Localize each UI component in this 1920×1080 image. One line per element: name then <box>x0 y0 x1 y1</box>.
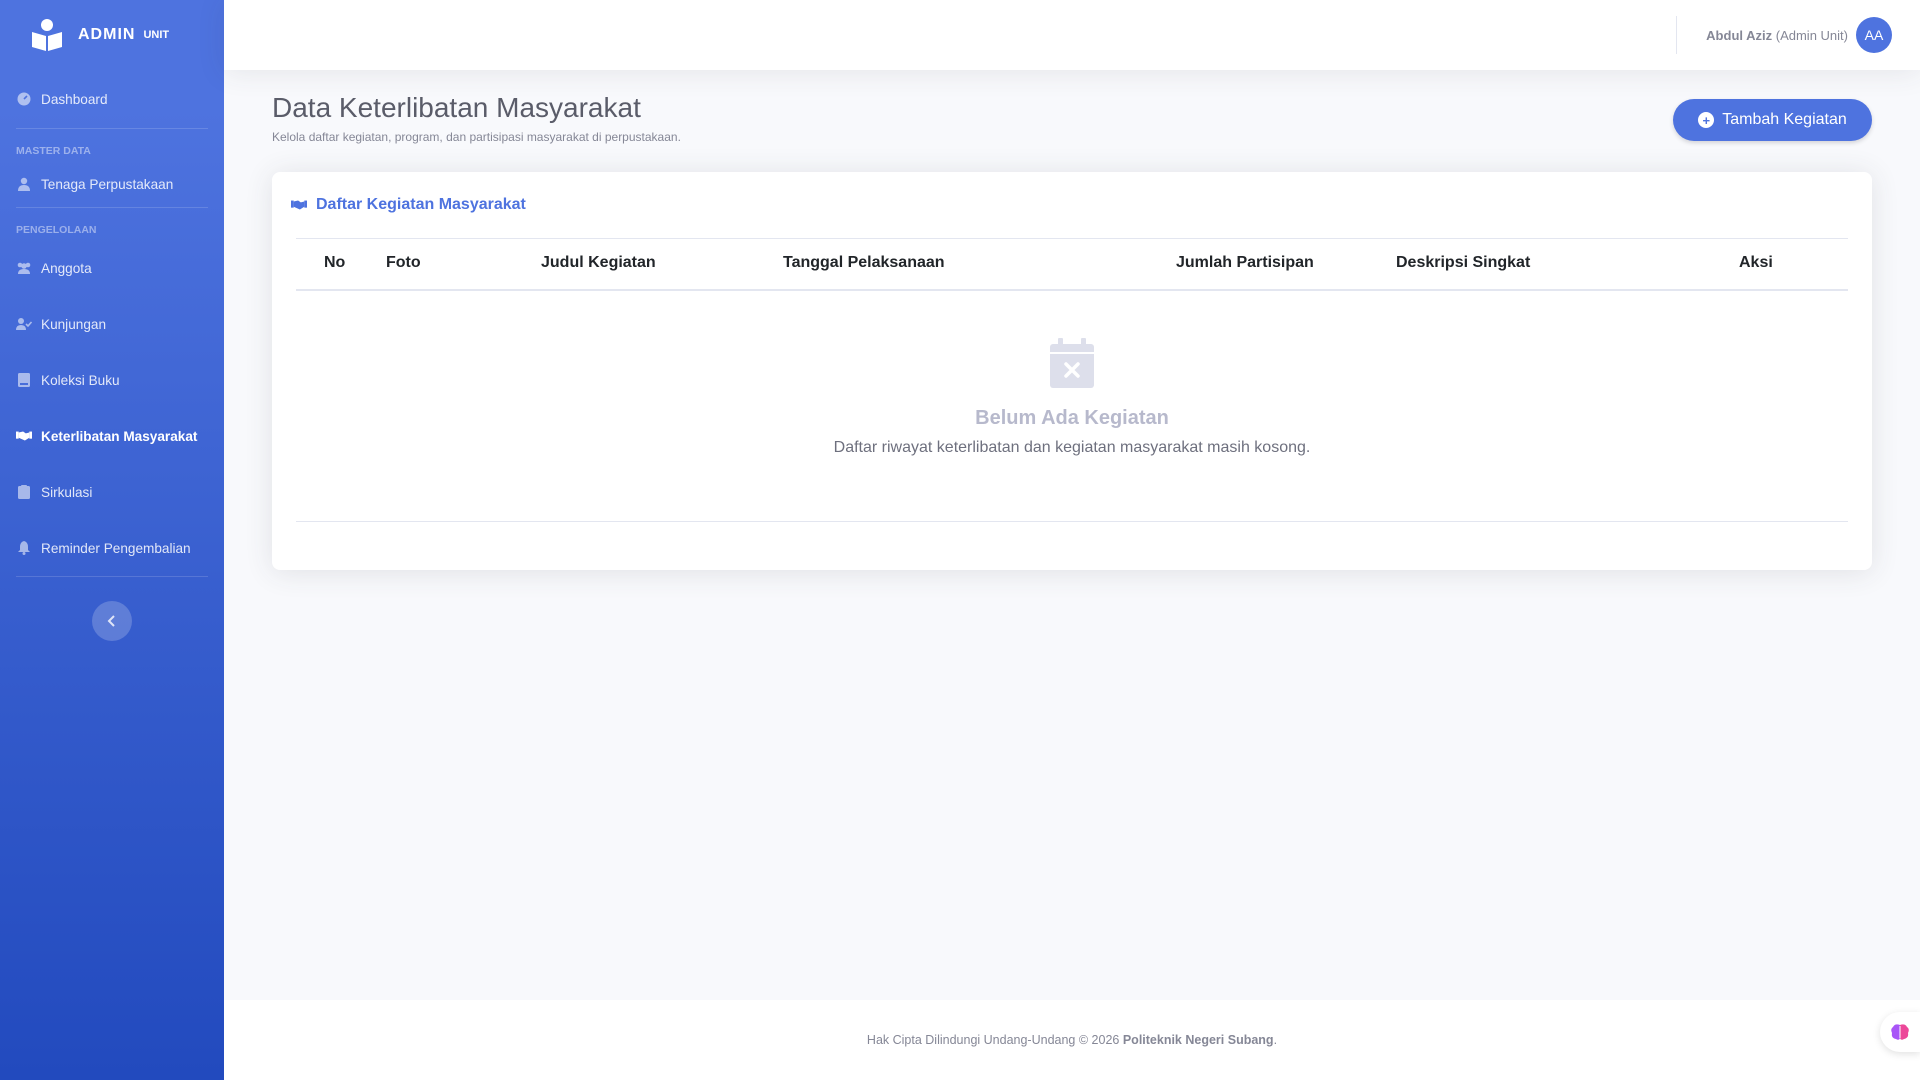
empty-state: Belum Ada Kegiatan Daftar riwayat keterl… <box>272 338 1872 457</box>
brand-sup: UNIT <box>143 29 170 41</box>
sidebar-item-label: Keterlibatan Masyarakat <box>41 428 198 444</box>
footer-end: . <box>1273 1033 1278 1047</box>
footer: Hak Cipta Dilindungi Undang-Undang © 202… <box>224 1000 1920 1080</box>
sidebar-item-dashboard[interactable]: Dashboard <box>0 70 224 128</box>
sidebar-item-label: Reminder Pengembalian <box>41 540 191 556</box>
sidebar-item-kunjungan[interactable]: Kunjungan <box>0 296 224 352</box>
kegiatan-table: No Foto Judul Kegiatan Tanggal Pelaksana… <box>296 238 1848 291</box>
add-kegiatan-button[interactable]: + Tambah Kegiatan <box>1673 99 1872 141</box>
tachometer-icon <box>16 92 32 106</box>
column-header-no[interactable]: No <box>324 254 345 272</box>
book-reader-icon <box>32 19 62 51</box>
chevron-left-icon <box>107 615 115 627</box>
sidebar-heading-master: MASTER DATA <box>16 145 91 157</box>
footer-org: Politeknik Negeri Subang <box>1122 1033 1274 1047</box>
clipboard-icon <box>16 485 32 499</box>
users-icon <box>16 261 32 275</box>
column-header-jumlah[interactable]: Jumlah Partisipan <box>1176 254 1314 272</box>
plus-circle-icon: + <box>1698 112 1715 128</box>
kegiatan-card: Daftar Kegiatan Masyarakat No Foto Judul… <box>272 172 1872 570</box>
sidebar-item-reminder[interactable]: Reminder Pengembalian <box>0 520 224 576</box>
add-button-label: Tambah Kegiatan <box>1722 111 1847 128</box>
sidebar-item-koleksi[interactable]: Koleksi Buku <box>0 352 224 408</box>
footer-text: Hak Cipta Dilindungi Undang-Undang © 202… <box>866 1033 1120 1047</box>
bell-icon <box>16 541 32 555</box>
handshake-icon <box>291 198 307 212</box>
handshake-icon <box>16 429 32 443</box>
sidebar-item-sirkulasi[interactable]: Sirkulasi <box>0 464 224 520</box>
user-role: (Admin Unit) <box>1775 27 1848 43</box>
user-name: Abdul Aziz <box>1706 27 1773 43</box>
sidebar-divider <box>16 576 208 577</box>
user-check-icon <box>16 317 32 331</box>
empty-title: Belum Ada Kegiatan <box>975 407 1169 429</box>
card-title: Daftar Kegiatan Masyarakat <box>316 196 526 213</box>
sidebar: ADMIN UNIT Dashboard MASTER DATA Tenaga … <box>0 0 224 1080</box>
user-name-text: Abdul Aziz (Admin Unit) <box>1706 28 1848 43</box>
sidebar-item-label: Anggota <box>41 260 92 276</box>
calendar-times-icon <box>1050 338 1094 388</box>
page-subtitle: Kelola daftar kegiatan, program, dan par… <box>272 130 681 144</box>
table-bottom-border <box>296 521 1848 522</box>
page-title: Data Keterlibatan Masyarakat <box>272 92 641 123</box>
column-header-judul[interactable]: Judul Kegiatan <box>541 254 656 272</box>
avatar[interactable]: AA <box>1856 17 1892 53</box>
brain-icon <box>1891 1024 1909 1040</box>
topbar-divider <box>1676 16 1677 54</box>
card-header: Daftar Kegiatan Masyarakat <box>291 196 526 214</box>
sidebar-item-label: Sirkulasi <box>41 484 93 500</box>
book-icon <box>16 373 32 387</box>
user-icon <box>16 177 32 191</box>
column-header-aksi[interactable]: Aksi <box>1739 254 1773 272</box>
sidebar-item-tenaga[interactable]: Tenaga Perpustakaan <box>0 161 224 207</box>
empty-description: Daftar riwayat keterlibatan dan kegiatan… <box>833 439 1311 456</box>
brand-title: ADMIN <box>78 26 136 43</box>
sidebar-item-label: Tenaga Perpustakaan <box>41 176 174 192</box>
sidebar-toggle-button[interactable] <box>92 601 132 641</box>
table-header: No Foto Judul Kegiatan Tanggal Pelaksana… <box>296 238 1848 291</box>
sidebar-heading-pengelolaan: PENGELOLAAN <box>16 224 97 236</box>
column-header-foto[interactable]: Foto <box>386 254 421 272</box>
brand[interactable]: ADMIN UNIT <box>0 0 224 70</box>
sidebar-item-label: Dashboard <box>41 91 108 107</box>
sidebar-item-anggota[interactable]: Anggota <box>0 240 224 296</box>
topbar: Abdul Aziz (Admin Unit) AA <box>224 0 1920 70</box>
brain-icon-button[interactable] <box>1880 1012 1920 1052</box>
column-header-deskripsi[interactable]: Deskripsi Singkat <box>1396 254 1530 272</box>
user-dropdown[interactable]: Abdul Aziz (Admin Unit) AA <box>1706 17 1892 53</box>
sidebar-item-label: Koleksi Buku <box>41 372 120 388</box>
column-header-tanggal[interactable]: Tanggal Pelaksanaan <box>783 254 945 272</box>
sidebar-item-keterlibatan[interactable]: Keterlibatan Masyarakat <box>0 408 224 464</box>
sidebar-item-label: Kunjungan <box>41 316 107 332</box>
